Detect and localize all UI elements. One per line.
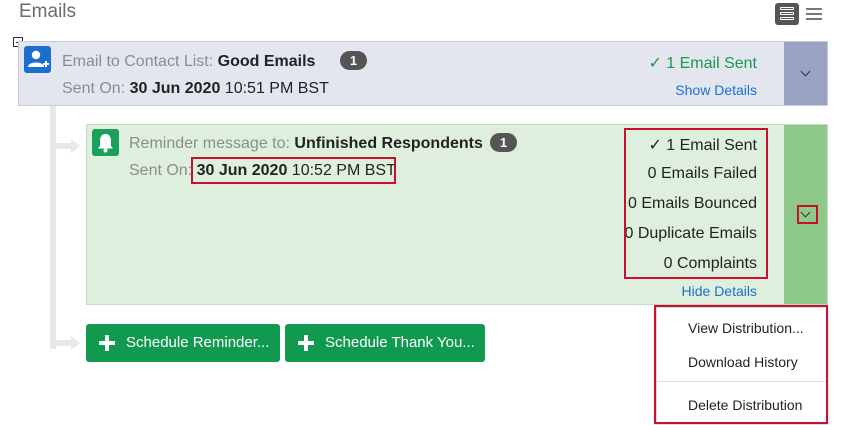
sent-date-highlight: [191, 157, 396, 184]
chevron-highlight: [797, 205, 818, 224]
plus-icon: [99, 335, 115, 351]
distribution-label: Email to Contact List:: [62, 53, 214, 70]
bell-icon: [92, 129, 119, 156]
reminder-sent-on-label: Sent On:: [129, 162, 193, 179]
schedule-thank-you-button[interactable]: Schedule Thank You...: [285, 324, 485, 362]
schedule-reminder-label: Schedule Reminder...: [126, 334, 270, 351]
stats-highlight: [624, 128, 768, 279]
distribution-count-badge: 1: [340, 51, 367, 70]
page-title: Emails: [19, 1, 77, 22]
hide-details-link[interactable]: Hide Details: [682, 283, 757, 299]
reminder-name: Unfinished Respondents: [294, 135, 483, 152]
chevron-down-icon: [800, 66, 811, 77]
schedule-reminder-button[interactable]: Schedule Reminder...: [86, 324, 280, 362]
list-view-button[interactable]: [806, 7, 822, 21]
plus-icon: [298, 335, 314, 351]
distribution-sent-on-label: Sent On:: [62, 80, 126, 97]
distribution-name: Good Emails: [217, 53, 316, 70]
distribution-sent-date: 30 Jun 2020: [129, 80, 221, 97]
menu-highlight: [654, 305, 828, 424]
compact-view-button[interactable]: [775, 3, 799, 25]
distribution-expand-button[interactable]: [784, 42, 827, 105]
contact-list-icon: [24, 46, 51, 73]
reminder-count-badge: 1: [490, 133, 517, 152]
distribution-sent-time: 10:51 PM BST: [224, 80, 329, 97]
schedule-thank-you-label: Schedule Thank You...: [325, 334, 475, 351]
reminder-label: Reminder message to:: [129, 135, 290, 152]
